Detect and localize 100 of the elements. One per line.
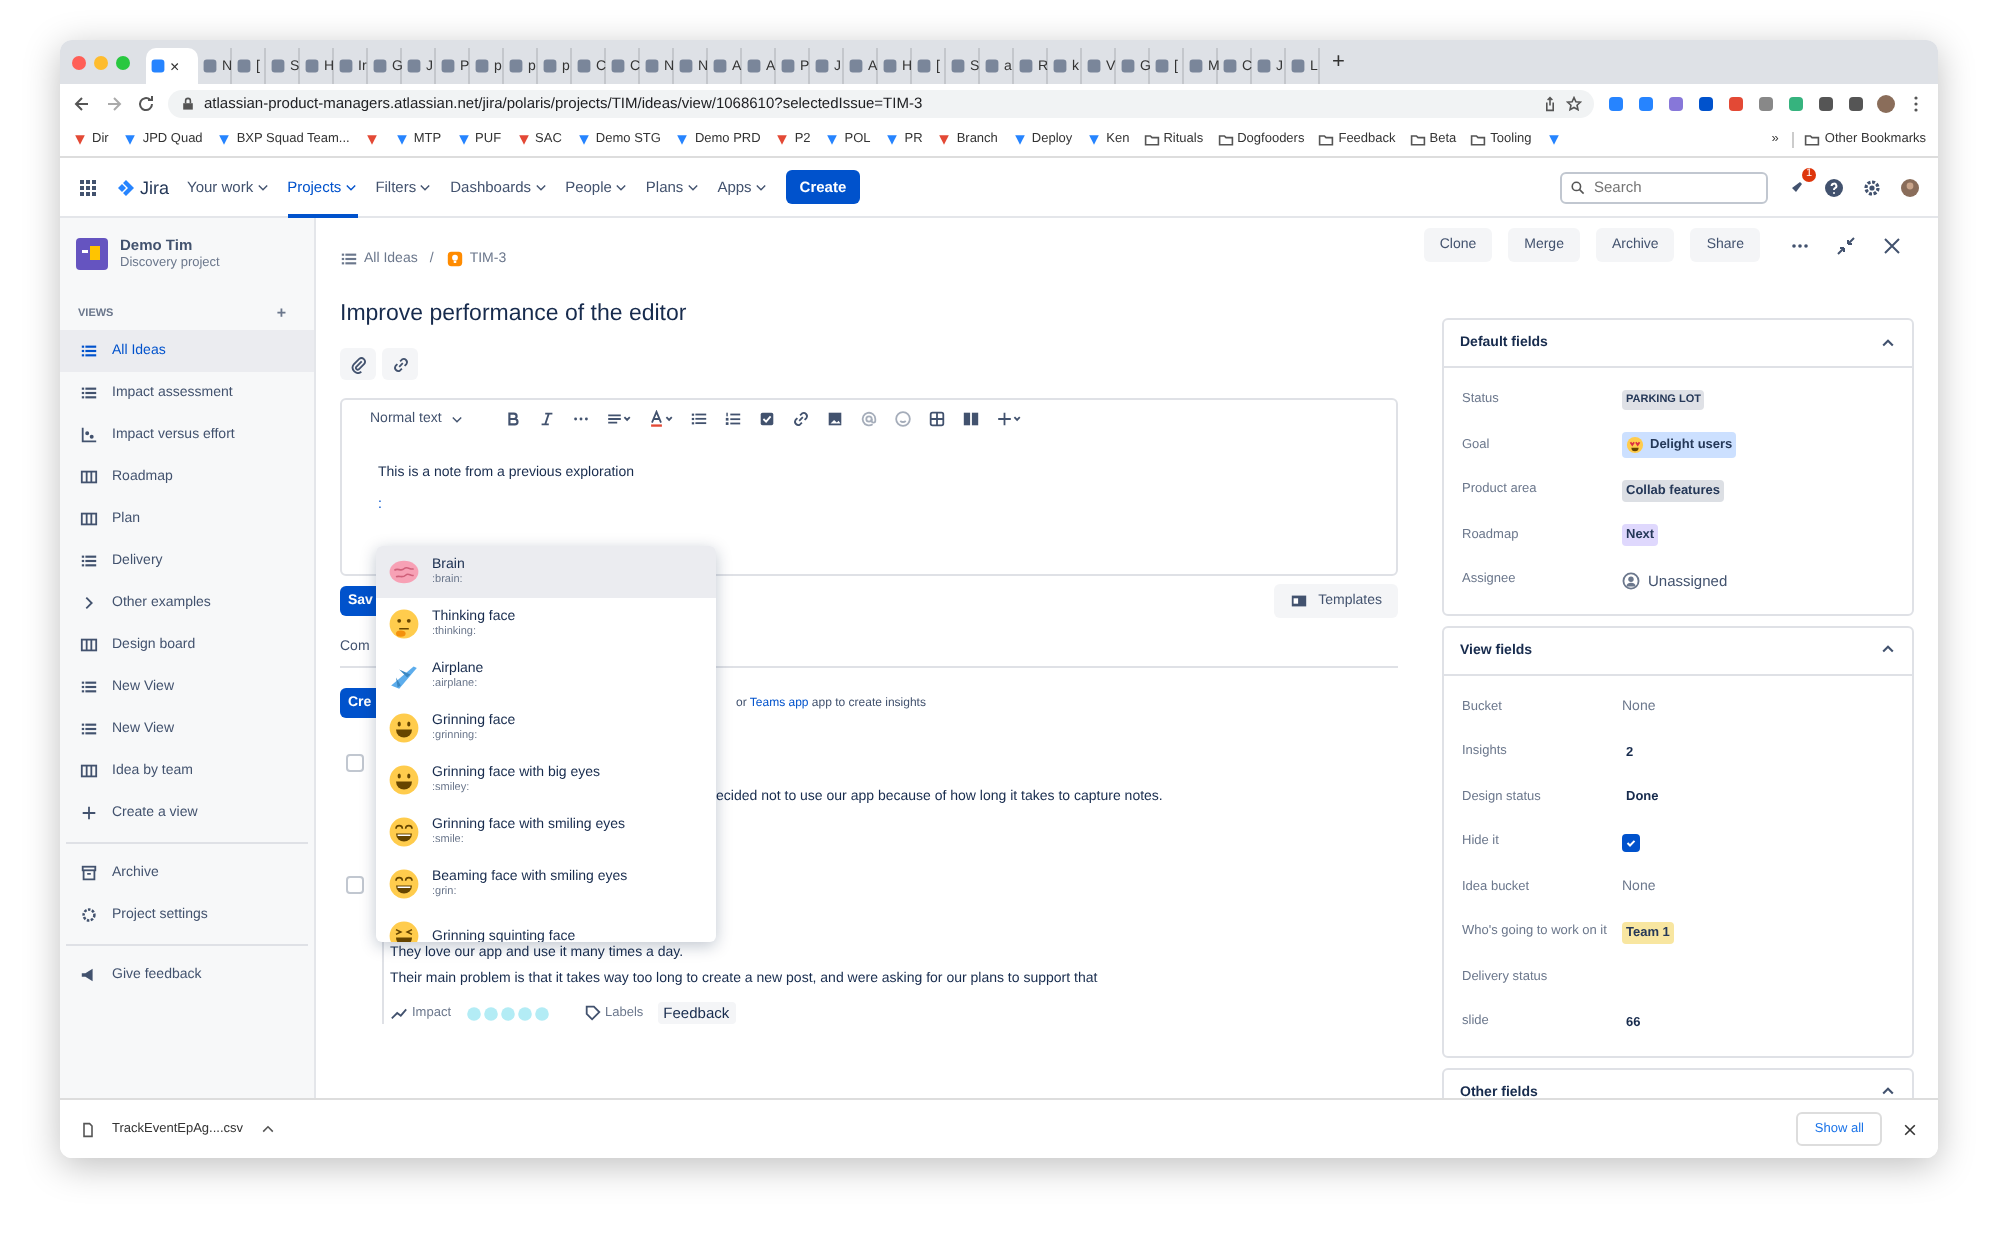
field-checkbox[interactable] <box>1622 833 1640 852</box>
smiley-face-icon <box>388 764 420 796</box>
bookmark[interactable] <box>363 131 380 147</box>
trend-icon <box>390 1004 408 1022</box>
favicon-icon <box>304 58 320 74</box>
bookmark-icon <box>774 131 791 147</box>
bookmark-icon <box>1086 131 1103 147</box>
list-icon <box>80 342 98 360</box>
link-icon[interactable] <box>791 410 810 428</box>
favicon-icon <box>1120 58 1136 74</box>
italic-icon[interactable] <box>537 410 556 428</box>
favicon-icon <box>712 58 728 74</box>
smiley-face-icon <box>388 712 420 744</box>
matrix-icon <box>80 426 98 444</box>
insert-icon[interactable] <box>995 410 1022 428</box>
airplane-icon <box>388 660 420 692</box>
bold-icon[interactable] <box>503 410 522 428</box>
bookmark-icon <box>1545 131 1562 147</box>
avatar-icon[interactable] <box>1900 177 1920 197</box>
insight-checkbox[interactable] <box>346 876 364 894</box>
favicon-icon <box>270 58 286 74</box>
favicon-icon <box>644 58 660 74</box>
list-icon <box>80 720 98 738</box>
attachment-button[interactable] <box>340 348 376 380</box>
smiling-face-icon <box>388 868 420 900</box>
new-tab-button[interactable]: + <box>1320 50 1357 74</box>
bookmark-icon <box>122 131 139 147</box>
star-icon[interactable] <box>1566 95 1582 111</box>
chevron-icon <box>1880 642 1896 658</box>
browser-tab[interactable]: × <box>146 48 198 84</box>
folder-icon <box>1143 131 1160 147</box>
list-icon <box>340 250 358 268</box>
close-icon[interactable] <box>1882 235 1902 255</box>
close-icon[interactable] <box>1902 1121 1918 1137</box>
search-icon <box>1570 179 1586 195</box>
jira-logo[interactable]: Jira <box>116 177 170 197</box>
avatar-icon[interactable] <box>1876 93 1896 113</box>
reload-icon[interactable] <box>136 93 156 113</box>
favicon-icon <box>1290 58 1306 74</box>
checkbox-icon[interactable] <box>757 410 776 428</box>
favicon-icon <box>576 58 592 74</box>
jira-logo-icon <box>116 177 136 197</box>
smiling-face-icon <box>388 816 420 848</box>
bookmark-icon <box>884 131 901 147</box>
table-icon[interactable] <box>927 410 946 428</box>
folder-icon <box>1318 131 1335 147</box>
bookmark-icon <box>515 131 532 147</box>
bookmark-icon <box>72 131 88 147</box>
bookmark[interactable] <box>1545 131 1562 147</box>
lightbulb-icon <box>445 250 464 268</box>
align-icon[interactable] <box>605 410 632 428</box>
heart-eyes-icon <box>1626 436 1644 455</box>
bookmark-icon <box>1011 131 1028 147</box>
board-icon <box>80 762 98 780</box>
favicon-icon <box>1222 58 1238 74</box>
folder-icon <box>1217 131 1234 147</box>
favicon-icon <box>202 58 218 74</box>
chevron-icon <box>343 180 358 194</box>
help-icon[interactable] <box>1824 177 1844 197</box>
impact-rating-icon <box>465 1005 550 1021</box>
bookmark-icon <box>824 131 841 147</box>
image-icon[interactable] <box>825 410 844 428</box>
numbered-list-icon[interactable] <box>723 410 742 428</box>
bookmark-icon <box>575 131 592 147</box>
insight-checkbox[interactable] <box>346 754 364 772</box>
thinking-face-icon <box>388 608 420 640</box>
bookmark-icon <box>216 131 233 147</box>
tag-icon <box>583 1004 602 1022</box>
favicon-icon <box>338 58 354 74</box>
back-icon[interactable] <box>72 93 92 113</box>
archive-icon <box>80 864 98 882</box>
template-icon <box>1290 592 1309 610</box>
list-icon <box>80 552 98 570</box>
link-button[interactable] <box>382 348 418 380</box>
share-icon[interactable] <box>1542 95 1558 111</box>
text-color-icon[interactable] <box>647 410 674 428</box>
user-icon <box>1622 571 1640 590</box>
columns-icon[interactable] <box>961 410 980 428</box>
collapse-icon[interactable] <box>1836 235 1856 255</box>
favicon-icon <box>848 58 864 74</box>
idea-title: Improve performance of the editor <box>340 302 689 326</box>
file-icon <box>80 1121 96 1137</box>
settings-icon[interactable] <box>1862 177 1882 197</box>
chevron-icon <box>449 412 464 426</box>
favicon-icon <box>950 58 966 74</box>
favicon-icon <box>1188 58 1204 74</box>
favicon-icon <box>610 58 626 74</box>
caret-icon[interactable] <box>259 1121 276 1137</box>
favicon-icon <box>1052 58 1068 74</box>
favicon-icon <box>1256 58 1272 74</box>
megaphone-icon <box>80 966 98 984</box>
bookmark-icon <box>455 131 472 147</box>
add-view-button[interactable]: + <box>276 308 286 320</box>
favicon-icon <box>150 58 166 74</box>
settings-icon <box>80 906 98 924</box>
project-logo-icon <box>76 237 108 269</box>
lock-icon <box>180 95 196 111</box>
board-icon <box>80 510 98 528</box>
bullet-list-icon[interactable] <box>689 410 708 428</box>
app-switcher-icon[interactable] <box>78 177 98 197</box>
